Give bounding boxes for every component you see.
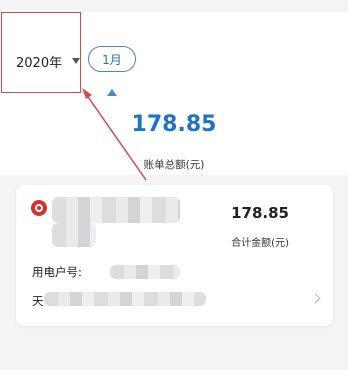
masked-account-name-line2: [52, 223, 96, 247]
masked-account-name: [52, 197, 180, 223]
month-tab-january[interactable]: 1月: [88, 46, 136, 72]
card-total-amount: 178.85: [231, 204, 289, 222]
masked-account-holder: [44, 292, 206, 306]
account-number-label: 用电户号:: [32, 265, 82, 279]
logo-icon: [31, 200, 47, 216]
bill-screen: 2020年 1月 178.85 账单总额(元) 178.85 合计金额(元) 用…: [0, 0, 348, 370]
month-pointer-icon: [107, 89, 117, 96]
card-total-amount-label: 合计金额(元): [231, 238, 289, 249]
bill-card[interactable]: 178.85 合计金额(元) 用电户号: 天: [16, 185, 333, 326]
annotation-highlight-box: [1, 12, 81, 93]
account-holder-label: 天: [32, 294, 44, 308]
total-amount-label: 账单总额(元): [143, 159, 205, 171]
chevron-right-icon[interactable]: [310, 293, 321, 304]
total-amount: 178.85: [131, 112, 217, 137]
masked-account-number: [110, 265, 180, 279]
